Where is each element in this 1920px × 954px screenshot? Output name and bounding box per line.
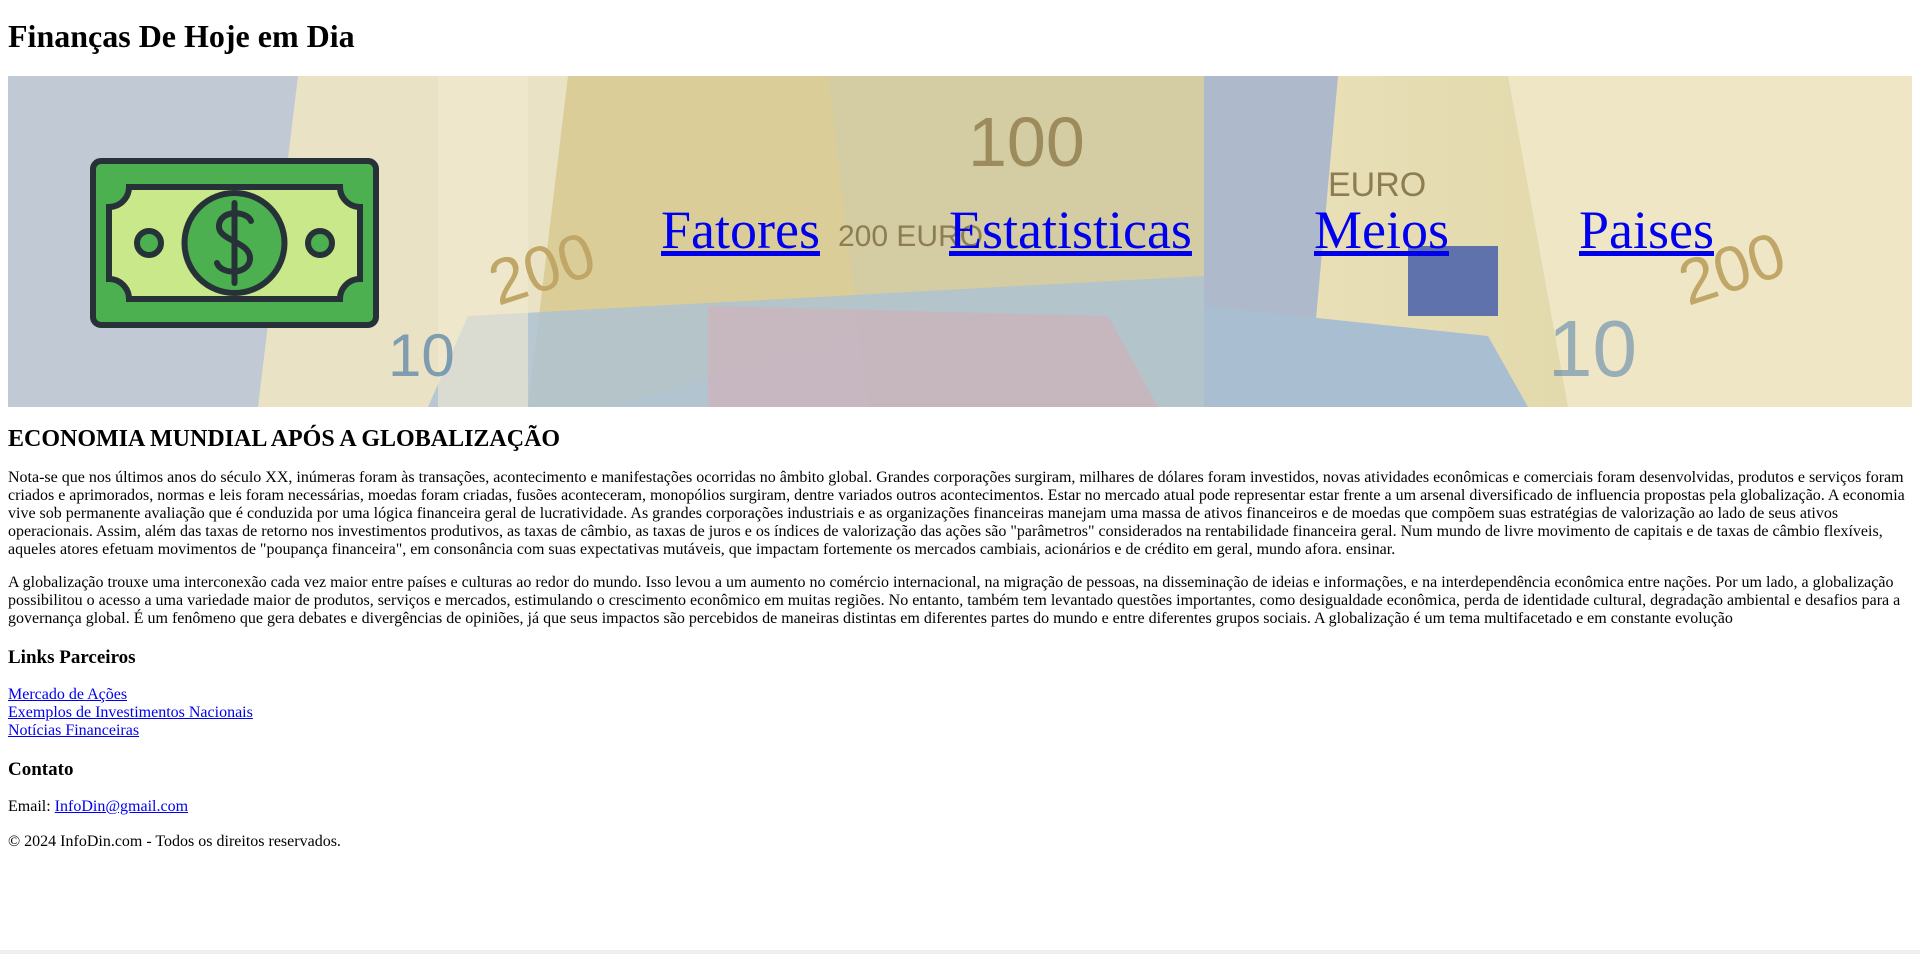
money-bill-icon [89, 157, 380, 329]
section-heading: ECONOMIA MUNDIAL APÓS A GLOBALIZAÇÃO [8, 426, 561, 452]
nav-link-estatisticas[interactable]: Estatisticas [949, 200, 1192, 260]
partner-link-mercado-de-acoes[interactable]: Mercado de Ações [8, 686, 1912, 704]
nav-link-fatores[interactable]: Fatores [661, 200, 820, 260]
paragraph-1: Nota-se que nos últimos anos do século X… [8, 469, 1905, 558]
page: Finanças De Hoje em Dia 200 10 100 200 E… [0, 0, 1920, 851]
partner-link-investimentos[interactable]: Exemplos de Investimentos Nacionais [8, 704, 1912, 722]
hero-banner: 200 10 100 200 EURO EURO 200 10 Fatores … [8, 76, 1912, 407]
site-title: Finanças De Hoje em Dia [8, 18, 355, 54]
paragraph-2: A globalização trouxe uma interconexão c… [8, 574, 1901, 627]
partner-links: Mercado de Ações Exemplos de Investiment… [8, 686, 1912, 740]
contact-line: Email: InfoDin@gmail.com [8, 798, 1912, 816]
copyright: © 2024 InfoDin.com - Todos os direitos r… [8, 833, 341, 850]
nav-link-meios[interactable]: Meios [1314, 200, 1449, 260]
email-label: Email: [8, 798, 55, 815]
nav-link-paises[interactable]: Paises [1579, 200, 1714, 260]
bottom-divider [0, 950, 1920, 954]
partners-heading: Links Parceiros [8, 647, 136, 668]
email-link[interactable]: InfoDin@gmail.com [55, 798, 188, 815]
partner-link-noticias[interactable]: Notícias Financeiras [8, 722, 1912, 740]
contact-heading: Contato [8, 759, 74, 780]
